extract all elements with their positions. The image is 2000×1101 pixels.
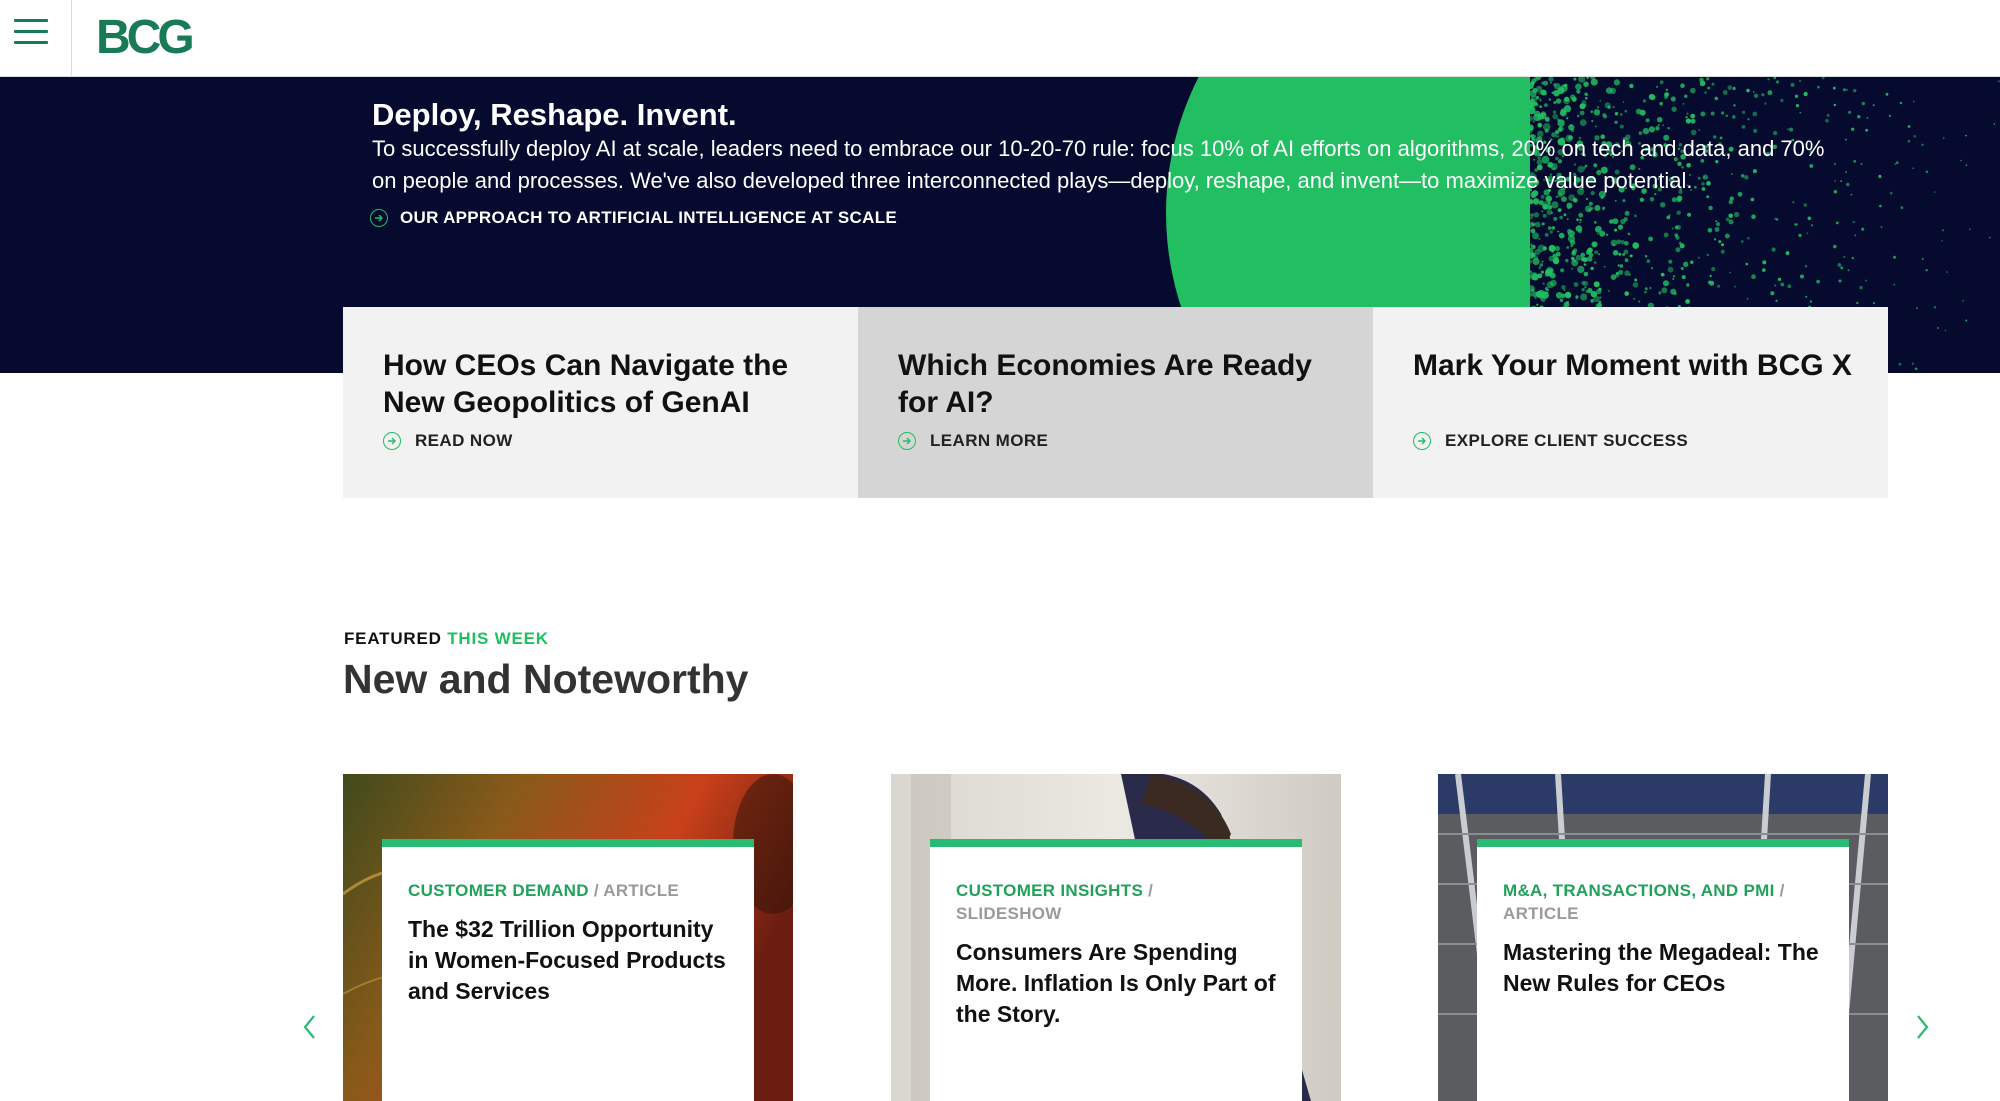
card-content: M&A, TRANSACTIONS, AND PMI / ARTICLE Mas… (1477, 839, 1849, 1101)
card-title[interactable]: The $32 Trillion Opportunity in Women-Fo… (408, 914, 728, 1007)
explore-client-success-link[interactable]: EXPLORE CLIENT SUCCESS (1413, 431, 1688, 451)
section-title: New and Noteworthy (343, 656, 749, 702)
card-category-link[interactable]: CUSTOMER DEMAND (408, 881, 589, 900)
hero-title: Deploy, Reshape. Invent. (372, 97, 737, 132)
card-category-link[interactable]: CUSTOMER INSIGHTS (956, 881, 1143, 900)
hero-description: To successfully deploy AI at scale, lead… (372, 136, 1825, 193)
featured-card-women-focused[interactable]: CUSTOMER DEMAND / ARTICLE The $32 Trilli… (343, 774, 793, 1101)
promo-card-title: Mark Your Moment with BCG X (1413, 349, 1852, 382)
read-now-link[interactable]: READ NOW (383, 431, 513, 451)
hamburger-menu-icon[interactable] (0, 0, 72, 76)
card-category-link[interactable]: M&A, TRANSACTIONS, AND PMI (1503, 881, 1775, 900)
circle-arrow-right-icon (370, 209, 388, 227)
circle-arrow-right-icon (383, 432, 401, 450)
chevron-right-icon[interactable] (1910, 1012, 1934, 1042)
top-navigation-bar: BCG (0, 0, 2000, 77)
promo-card-title: Which Economies Are Ready for AI? (898, 349, 1312, 419)
section-kicker: FEATURED THIS WEEK (344, 629, 549, 649)
card-tag: M&A, TRANSACTIONS, AND PMI / ARTICLE (1503, 879, 1823, 925)
promo-card-geopolitics[interactable]: How CEOs Can Navigate the New Geopolitic… (343, 307, 858, 498)
kicker-highlight: THIS WEEK (447, 629, 549, 648)
tag-separator: / (593, 881, 599, 900)
featured-card-megadeal[interactable]: M&A, TRANSACTIONS, AND PMI / ARTICLE Mas… (1438, 774, 1888, 1101)
card-content: CUSTOMER DEMAND / ARTICLE The $32 Trilli… (382, 839, 754, 1101)
featured-card-consumer-spending[interactable]: CUSTOMER INSIGHTS / SLIDESHOW Consumers … (891, 774, 1341, 1101)
card-title[interactable]: Consumers Are Spending More. Inflation I… (956, 937, 1276, 1030)
card-title[interactable]: Mastering the Megadeal: The New Rules fo… (1503, 937, 1823, 999)
learn-more-link[interactable]: LEARN MORE (898, 431, 1048, 451)
circle-arrow-right-icon (898, 432, 916, 450)
ai-at-scale-link[interactable]: OUR APPROACH TO ARTIFICIAL INTELLIGENCE … (370, 208, 897, 228)
card-type: ARTICLE (603, 881, 680, 900)
bcg-logo[interactable]: BCG (96, 10, 195, 65)
ai-at-scale-link-label: OUR APPROACH TO ARTIFICIAL INTELLIGENCE … (400, 208, 898, 227)
card-tag: CUSTOMER DEMAND / ARTICLE (408, 879, 728, 902)
promo-card-bcg-x[interactable]: Mark Your Moment with BCG X EXPLORE CLIE… (1373, 307, 1888, 498)
promo-card-title: How CEOs Can Navigate the New Geopolitic… (383, 349, 789, 419)
promo-card-ai-readiness[interactable]: Which Economies Are Ready for AI? LEARN … (858, 307, 1373, 498)
card-content: CUSTOMER INSIGHTS / SLIDESHOW Consumers … (930, 839, 1302, 1101)
tag-separator: / (1148, 881, 1154, 900)
circle-arrow-right-icon (1413, 432, 1431, 450)
promo-cta-label: LEARN MORE (930, 431, 1049, 450)
tag-separator: / (1779, 881, 1785, 900)
chevron-left-icon[interactable] (298, 1012, 322, 1042)
promo-cta-label: READ NOW (415, 431, 513, 450)
card-type: SLIDESHOW (956, 904, 1062, 923)
kicker-prefix: FEATURED (344, 629, 442, 648)
promo-cta-label: EXPLORE CLIENT SUCCESS (1445, 431, 1689, 450)
card-tag: CUSTOMER INSIGHTS / SLIDESHOW (956, 879, 1276, 925)
card-type: ARTICLE (1503, 904, 1579, 923)
